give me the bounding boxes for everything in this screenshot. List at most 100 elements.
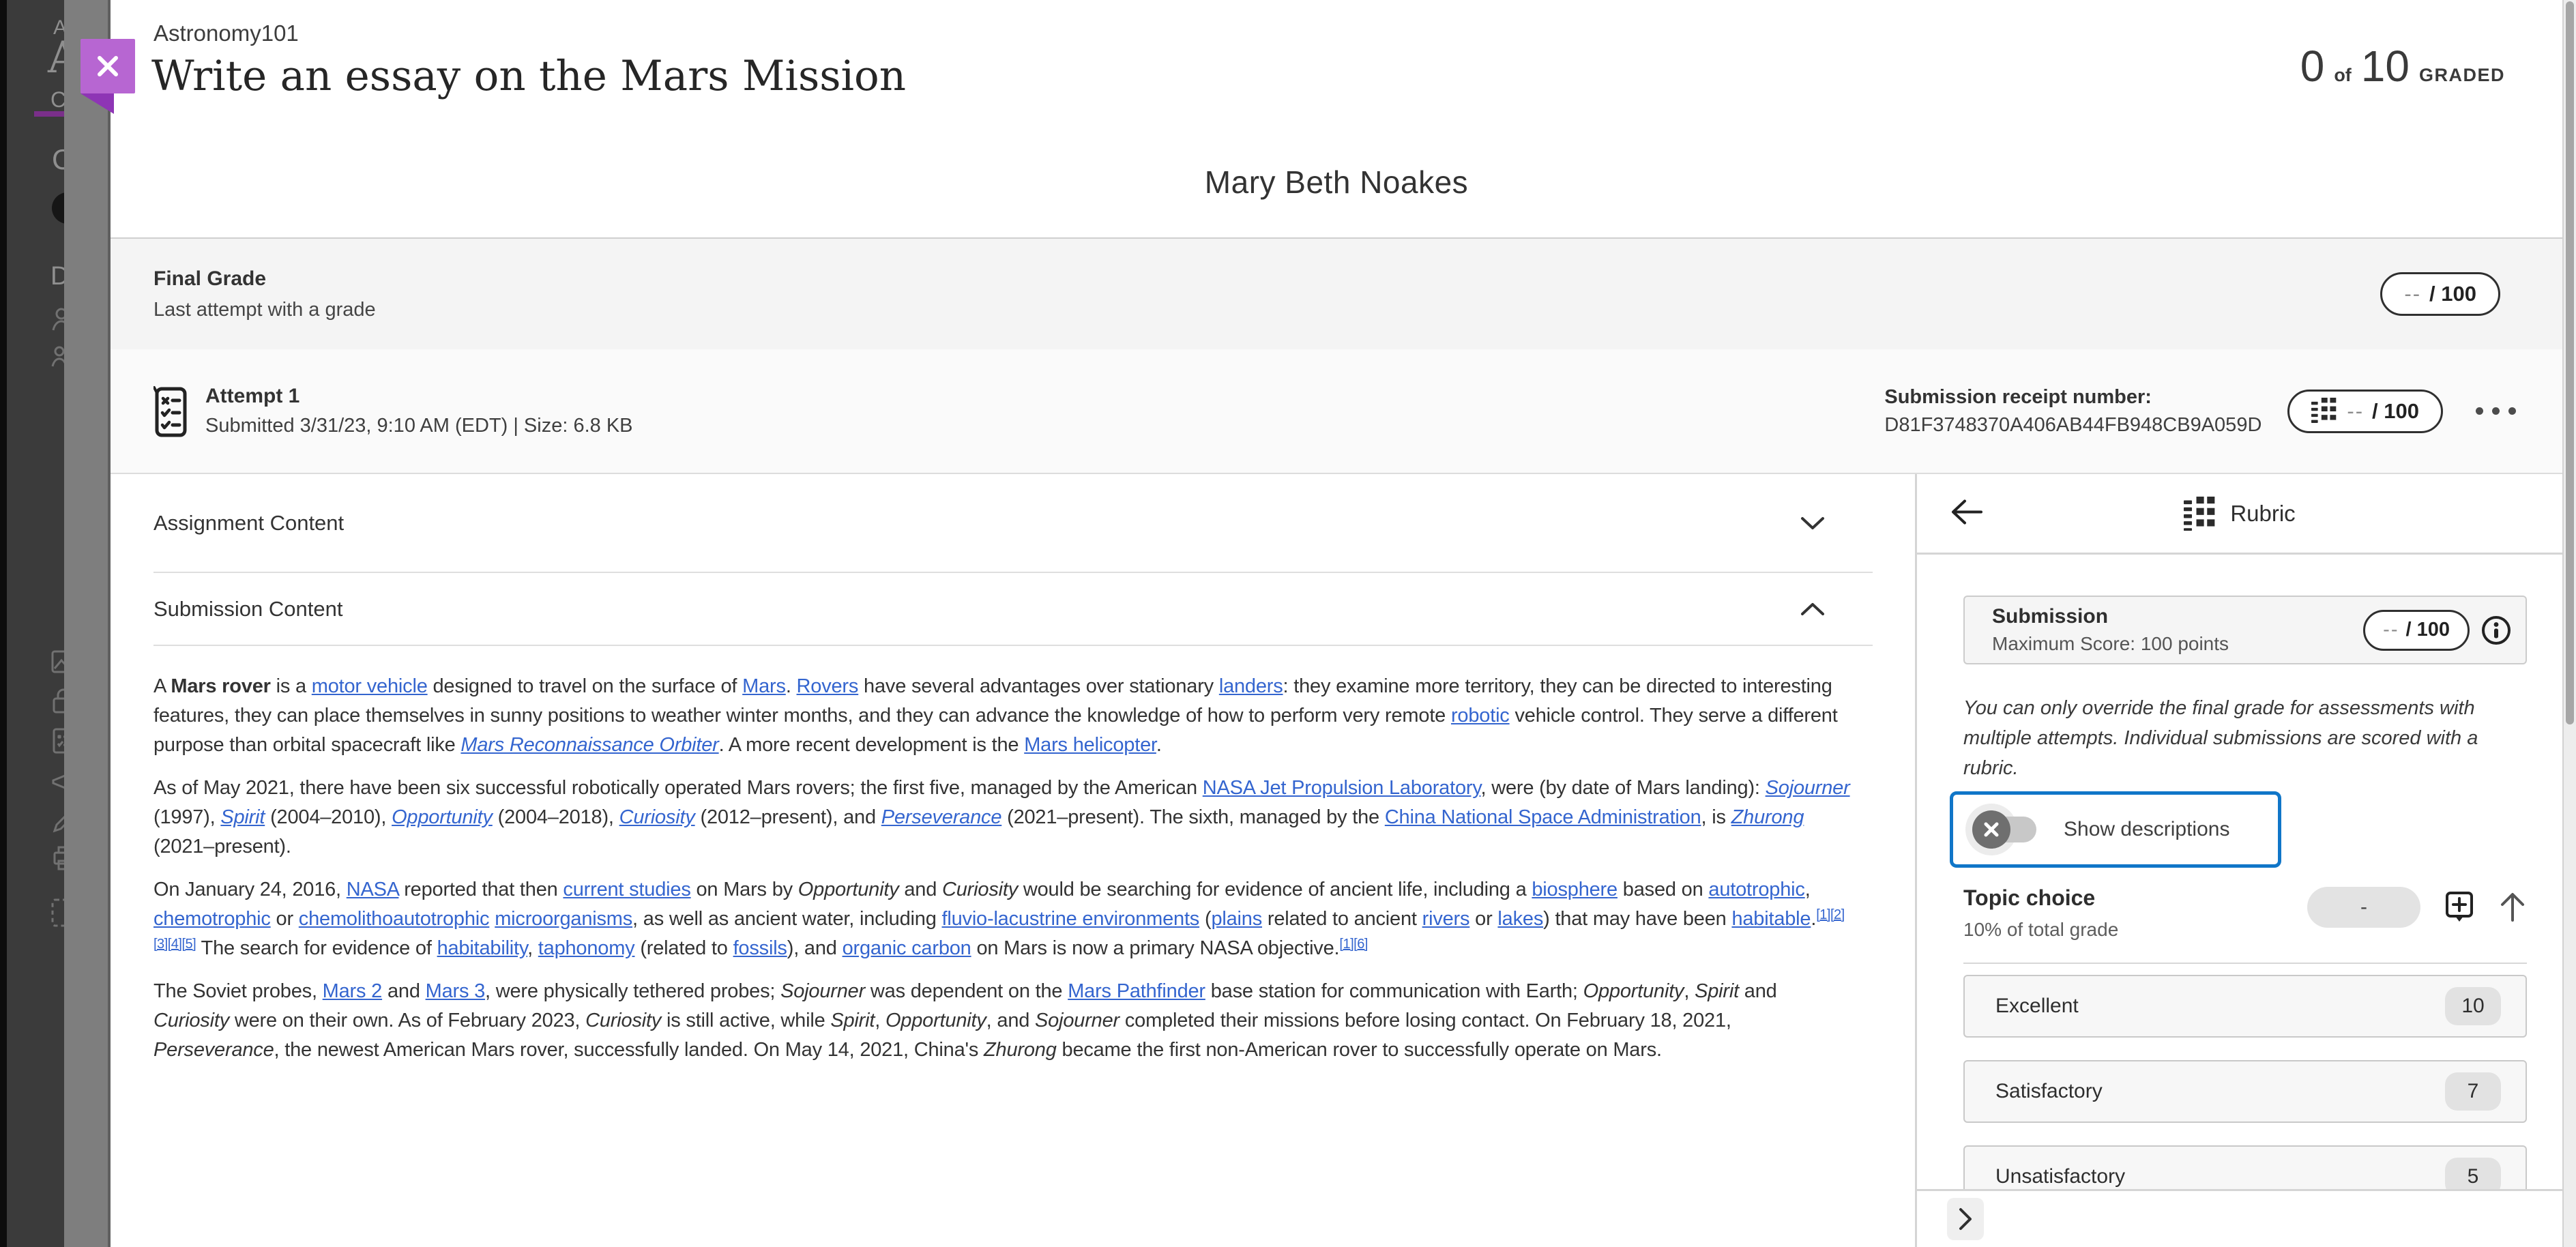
attempt-meta: Submitted 3/31/23, 9:10 AM (EDT) | Size:… (205, 415, 633, 437)
essay-text: (2012–present), and (694, 806, 881, 828)
receipt-number: D81F3748370A406AB44FB948CB9A059D (1884, 413, 2262, 436)
rubric-panel-header: Rubric (1917, 474, 2562, 555)
page-scrollbar[interactable] (2562, 0, 2576, 1247)
essay-link[interactable]: plains (1211, 908, 1262, 930)
essay-text: became the first non-American rover to s… (1056, 1039, 1663, 1061)
essay-link[interactable]: current studies (563, 879, 690, 900)
essay-text: related to ancient (1262, 908, 1422, 930)
essay-link[interactable]: chemotrophic (153, 908, 271, 930)
essay-link[interactable]: habitability (437, 937, 528, 959)
announcement-icon (52, 774, 64, 789)
dimmed-course-page: As A Co C D (7, 0, 64, 1247)
grading-panel: Astronomy101 Write an essay on the Mars … (80, 0, 2562, 1247)
level-row-unsatisfactory[interactable]: Unsatisfactory 5 (1963, 1145, 2527, 1189)
essay-text: (related to (634, 937, 733, 959)
level-points: 10 (2445, 987, 2501, 1025)
essay-link[interactable]: Mars helicopter (1024, 734, 1156, 756)
essay-link[interactable]: Rovers (797, 675, 859, 697)
attempt-score: -- (2347, 398, 2365, 423)
criterion-row: Topic choice 10% of total grade - (1963, 885, 2527, 964)
essay-link[interactable]: Curiosity (619, 806, 695, 828)
essay-link[interactable]: China National Space Administration (1385, 806, 1701, 828)
essay-text: (2004–2018), (492, 806, 619, 828)
essay-paragraph: As of May 2021, there have been six succ… (153, 774, 1854, 862)
graded-counter: 0 of 10 GRADED (2300, 41, 2505, 91)
essay-text: on Mars is now a primary NASA objective. (971, 937, 1340, 959)
final-grade-pill[interactable]: -- / 100 (2380, 272, 2500, 316)
essay-link[interactable]: NASA Jet Propulsion Laboratory (1203, 777, 1481, 799)
citation-link[interactable]: [1][6] (1339, 937, 1368, 952)
essay-link[interactable]: organic carbon (843, 937, 971, 959)
toggle-switch-off[interactable] (1965, 802, 2047, 857)
level-row-satisfactory[interactable]: Satisfactory 7 (1963, 1060, 2527, 1123)
submission-content-label: Submission Content (153, 596, 343, 621)
essay-text: and (898, 879, 943, 900)
collapse-criterion-button[interactable] (2498, 892, 2527, 923)
essay-text: . A more recent development is the (718, 734, 1025, 756)
essay-link[interactable]: Zhurong (1731, 806, 1804, 828)
essay-link[interactable]: biosphere (1532, 879, 1618, 900)
essay-text: or (270, 908, 299, 930)
essay-text: On January 24, 2016, (153, 879, 347, 900)
rubric-panel-title: Rubric (2230, 500, 2296, 526)
criterion-score-field[interactable]: - (2307, 887, 2420, 928)
essay-text: , (527, 937, 538, 959)
scrollbar-thumb[interactable] (2566, 1, 2574, 724)
close-button[interactable] (80, 39, 135, 93)
essay-link[interactable]: Mars Pathfinder (1068, 980, 1205, 1002)
toggle-knob-x-icon (1972, 810, 2010, 849)
essay-link[interactable]: Mars 3 (426, 980, 486, 1002)
essay-text: Spirit (830, 1010, 875, 1031)
collapse-panel-button[interactable] (1947, 1198, 1984, 1240)
essay-link[interactable]: Sojourner (1766, 777, 1850, 799)
graded-label: GRADED (2418, 65, 2505, 85)
chevron-down-icon (1801, 516, 1824, 529)
essay-link[interactable]: landers (1219, 675, 1283, 697)
essay-paragraph: On January 24, 2016, NASA reported that … (153, 875, 1854, 963)
essay-text: reported that then (398, 879, 564, 900)
essay-link[interactable]: fluvio-lacustrine environments (941, 908, 1199, 930)
backdrop-text: C (52, 143, 64, 175)
attempt-menu-button[interactable] (2469, 400, 2523, 422)
essay-link[interactable]: chemolithoautotrophic (299, 908, 490, 930)
essay-link[interactable]: robotic (1451, 705, 1510, 727)
essay-text: was dependent on the (865, 980, 1068, 1002)
essay-link[interactable]: motor vehicle (312, 675, 428, 697)
essay-link[interactable]: Opportunity (392, 806, 493, 828)
essay-link[interactable]: Mars 2 (323, 980, 383, 1002)
essay-link[interactable]: Spirit (220, 806, 265, 828)
essay-text: designed to travel on the surface of (427, 675, 743, 697)
submission-content-toggle[interactable]: Submission Content (153, 573, 1873, 646)
add-feedback-button[interactable] (2445, 891, 2474, 924)
essay-text: were on their own. As of February 2023, (229, 1010, 586, 1031)
image-icon (51, 650, 64, 673)
show-descriptions-toggle[interactable]: Show descriptions (1950, 791, 2281, 868)
backdrop-tab-underline (34, 111, 64, 117)
info-icon (2482, 615, 2511, 645)
essay-link[interactable]: taphonomy (538, 937, 635, 959)
essay-link[interactable]: microorganisms (495, 908, 632, 930)
essay-link[interactable]: habitable (1731, 908, 1811, 930)
essay-link[interactable]: Mars (742, 675, 786, 697)
essay-link[interactable]: autotrophic (1708, 879, 1804, 900)
chevron-right-icon (1959, 1208, 1972, 1230)
attempt-grade-pill[interactable]: -- / 100 (2287, 389, 2443, 433)
essay-text: The search for evidence of (196, 937, 437, 959)
level-label: Satisfactory (1995, 1080, 2103, 1102)
toggle-label: Show descriptions (2064, 818, 2230, 840)
essay-link[interactable]: lakes (1497, 908, 1543, 930)
essay-text: and (1738, 980, 1777, 1002)
rubric-score-pill[interactable]: -- / 100 (2363, 609, 2470, 651)
rubric-denominator: / 100 (2405, 619, 2450, 641)
info-button[interactable] (2480, 615, 2512, 646)
essay-link[interactable]: fossils (733, 937, 787, 959)
essay-link[interactable]: Perseverance (881, 806, 1002, 828)
assignment-content-toggle[interactable]: Assignment Content (153, 474, 1873, 573)
essay-link[interactable]: Mars Reconnaissance Orbiter (460, 734, 718, 756)
essay-link[interactable]: NASA (347, 879, 399, 900)
essay-link[interactable]: rivers (1422, 908, 1470, 930)
level-row-excellent[interactable]: Excellent 10 (1963, 975, 2527, 1038)
back-button[interactable] (1944, 492, 1989, 535)
essay-text: ) that may have been (1543, 908, 1732, 930)
essay-text: Curiosity (942, 879, 1019, 900)
